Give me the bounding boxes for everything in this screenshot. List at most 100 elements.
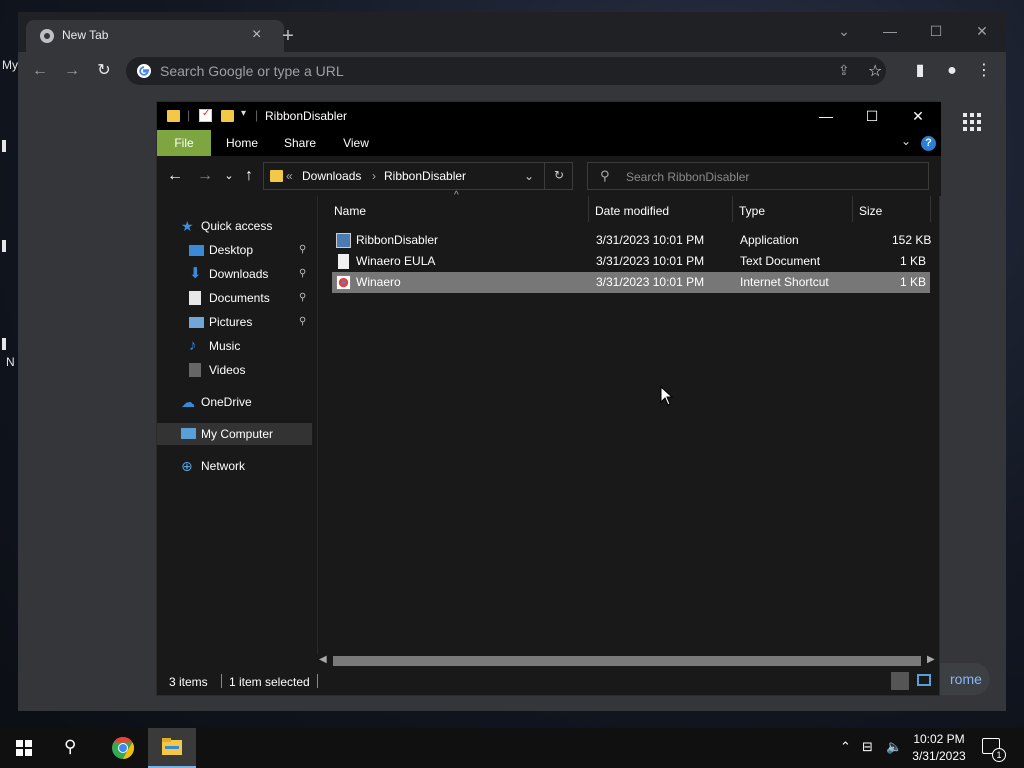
breadcrumb-separator-icon[interactable]: › [372,169,376,183]
share-icon[interactable]: ⇪ [838,62,850,79]
explorer-maximize-button[interactable]: ☐ [849,102,895,130]
chrome-toolbar: ← → ↻ ⇪ ☆ ▮ ● ⋮ [18,52,1006,90]
column-divider[interactable] [852,196,853,222]
large-icons-view-icon[interactable] [917,674,931,686]
refresh-icon[interactable]: ↻ [554,168,564,182]
taskbar-chrome[interactable] [99,728,147,768]
search-button[interactable]: ⚲ [48,728,96,768]
chrome-icon [112,737,134,759]
tab-view[interactable]: View [333,130,379,156]
clock-time[interactable]: 10:02 PM [912,732,966,746]
explorer-minimize-button[interactable]: — [803,102,849,130]
start-button[interactable] [0,728,48,768]
column-header-name[interactable]: Name [334,204,366,218]
navigation-pane: ★ Quick access Desktop ⬇ Downloads Docum… [157,196,317,666]
breadcrumb-overflow[interactable]: « [286,169,293,183]
chrome-menu-icon[interactable]: ⋮ [972,60,996,82]
close-tab-icon[interactable]: × [252,26,261,44]
maximize-button[interactable]: ☐ [913,18,959,44]
column-header-size[interactable]: Size [859,204,882,218]
taskbar-file-explorer[interactable] [148,728,196,768]
address-folder-icon [270,170,283,182]
status-bar: 3 items 1 item selected [157,668,939,695]
omnibox-input[interactable] [160,61,820,81]
scrollbar-thumb[interactable] [333,656,921,666]
tab-home[interactable]: Home [217,130,267,156]
breadcrumb-ribbondisabler[interactable]: RibbonDisabler [384,169,466,183]
documents-icon [189,291,201,305]
application-icon [336,233,351,248]
google-icon [137,64,151,78]
new-folder-icon[interactable] [221,110,234,122]
pin-icon[interactable]: ⚲ [299,316,306,327]
address-bar[interactable]: « Downloads › RibbonDisabler ⌄ ↻ [263,162,573,190]
pin-icon[interactable]: ⚲ [299,292,306,303]
file-explorer-window: | ✓ ▾ | RibbonDisabler — ☐ ✕ File Home S… [156,101,941,696]
chrome-tab-new-tab[interactable]: New Tab × [26,20,284,52]
help-icon[interactable]: ? [921,136,936,151]
file-row-selected[interactable]: Winaero 3/31/2023 10:01 PM Internet Shor… [332,272,930,293]
horizontal-scrollbar[interactable]: ◀ ▶ [317,654,939,668]
show-hidden-icons-icon[interactable]: ⌃ [840,739,851,755]
column-header-date-modified[interactable]: Date modified [595,204,669,218]
expand-ribbon-chevron-icon[interactable]: ⌄ [901,134,911,148]
properties-icon[interactable]: ✓ [199,108,212,122]
new-tab-button[interactable]: + [276,24,300,48]
sort-ascending-icon: ^ [454,190,459,201]
scroll-right-icon[interactable]: ▶ [927,654,935,665]
omnibox[interactable]: ⇪ ☆ [126,57,886,85]
clock-date[interactable]: 3/31/2023 [908,749,970,763]
bookmark-star-icon[interactable]: ☆ [868,61,882,81]
pin-icon[interactable]: ⚲ [299,268,306,279]
minimize-button[interactable]: — [867,18,913,44]
chrome-favicon-icon [40,29,54,43]
explorer-title-bar: | ✓ ▾ | RibbonDisabler — ☐ ✕ [157,102,941,130]
tab-search-chevron-icon[interactable]: ⌄ [821,18,867,44]
volume-icon[interactable]: 🔈 [886,739,902,755]
pin-icon[interactable]: ⚲ [299,244,306,255]
file-row[interactable]: Winaero EULA 3/31/2023 10:01 PM Text Doc… [332,251,930,272]
address-history-chevron-icon[interactable]: ⌄ [524,169,534,183]
forward-icon[interactable]: → [60,60,84,82]
tab-file[interactable]: File [157,130,211,156]
scroll-left-icon[interactable]: ◀ [319,654,327,665]
taskbar: ⚲ ⌃ ⊟ 🔈 10:02 PM 3/31/2023 1 [0,728,1024,768]
search-icon: ⚲ [600,168,610,183]
profile-icon[interactable]: ● [940,60,964,82]
close-window-button[interactable]: ✕ [959,18,1005,44]
back-arrow-icon[interactable]: ← [163,166,187,186]
column-divider[interactable] [732,196,733,222]
text-document-icon [338,254,349,269]
music-icon: ♪ [189,337,197,354]
file-row[interactable]: RibbonDisabler 3/31/2023 10:01 PM Applic… [332,230,931,251]
selected-count: 1 item selected [229,675,310,689]
back-icon[interactable]: ← [28,60,52,82]
reload-icon[interactable]: ↻ [92,60,116,82]
column-divider[interactable] [588,196,589,222]
apps-grid-icon[interactable] [962,112,982,132]
search-input[interactable] [626,168,916,186]
ribbon-tabs: File Home Share View ⌄ ? [157,130,941,156]
side-panel-icon[interactable]: ▮ [908,60,932,82]
details-view-icon[interactable] [891,672,909,690]
qat-separator: | [187,108,191,122]
desktop-icon-label[interactable]: My [2,58,18,72]
computer-icon [181,428,196,439]
search-box[interactable]: ⚲ [587,162,929,190]
breadcrumb-downloads[interactable]: Downloads [302,169,361,183]
download-icon: ⬇ [189,265,202,282]
network-tray-icon[interactable]: ⊟ [862,739,873,755]
item-count: 3 items [169,675,208,689]
desktop-icon-label-fragment [2,338,6,350]
notification-count-badge: 1 [992,748,1006,762]
tab-share[interactable]: Share [275,130,325,156]
desktop-icon-label[interactable]: N [6,355,15,369]
up-arrow-icon[interactable]: ↑ [237,166,261,186]
column-divider[interactable] [930,196,931,222]
network-icon: ⊕ [181,458,193,474]
column-header-type[interactable]: Type [739,204,765,218]
qat-customize-icon[interactable]: ▾ [241,108,246,119]
windows-logo-icon [16,740,32,756]
forward-arrow-icon[interactable]: → [193,166,217,186]
explorer-close-button[interactable]: ✕ [895,102,941,130]
